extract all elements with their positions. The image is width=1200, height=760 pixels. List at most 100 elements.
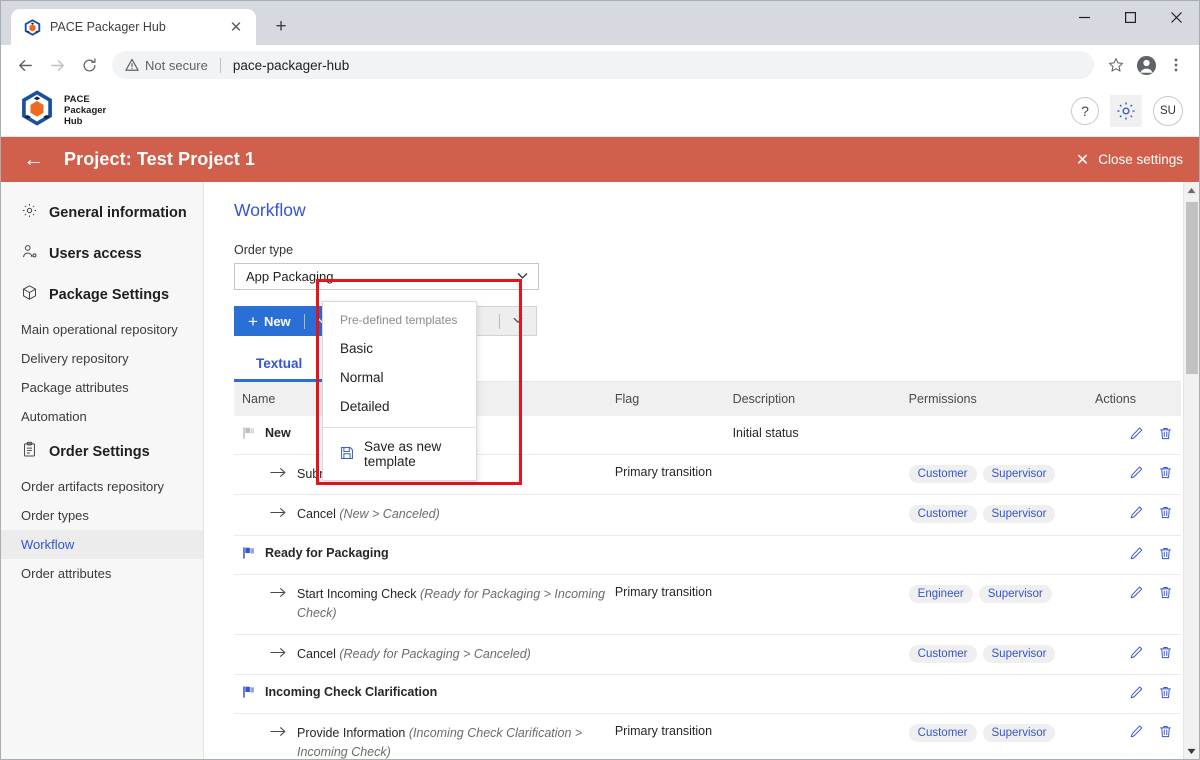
table-row[interactable]: Provide Information (Incoming Check Clar… — [234, 713, 1181, 759]
cell-actions — [1094, 454, 1181, 496]
window-controls — [1061, 1, 1199, 33]
close-settings-button[interactable]: ✕ Close settings — [1076, 150, 1183, 170]
template-dropdown-menu: Pre-defined templates Basic Normal Detai… — [322, 301, 477, 481]
sidebar-item-automation[interactable]: Automation — [1, 402, 203, 431]
app-logo[interactable]: PACE Packager Hub — [19, 90, 106, 131]
transition-name: Provide Information (Incoming Check Clar… — [297, 725, 583, 759]
address-bar[interactable]: Not secure pace-packager-hub — [112, 51, 1094, 79]
flag-icon — [242, 685, 256, 702]
help-icon[interactable]: ? — [1071, 96, 1099, 125]
edit-icon[interactable] — [1129, 724, 1144, 739]
bookmark-star-icon[interactable] — [1102, 51, 1130, 79]
cell-flag: Primary transition — [614, 713, 733, 759]
page-viewport: PACE Packager Hub ? SU ← Project: Test P — [1, 85, 1199, 759]
sidebar-item-order-types[interactable]: Order types — [1, 501, 203, 530]
close-window-button[interactable] — [1153, 1, 1199, 33]
sidebar-item-package-settings[interactable]: Package Settings — [1, 274, 203, 315]
profile-avatar-icon[interactable] — [1132, 51, 1160, 79]
sidebar-item-package-attributes[interactable]: Package attributes — [1, 373, 203, 402]
transition-row-name: Cancel (Ready for Packaging > Canceled) — [234, 634, 615, 675]
scroll-up-arrow-icon[interactable] — [1184, 182, 1199, 198]
use-template-chevron-down-icon[interactable] — [500, 314, 536, 329]
browser-titlebar: PACE Packager Hub ✕ + — [1, 1, 1199, 45]
transition-name: Cancel (Ready for Packaging > Canceled) — [297, 646, 531, 661]
edit-icon[interactable] — [1129, 645, 1144, 660]
cell-permissions — [908, 674, 1095, 714]
sidebar-item-main-operational-repository[interactable]: Main operational repository — [1, 315, 203, 344]
close-settings-label: Close settings — [1098, 152, 1183, 167]
dropdown-item-basic[interactable]: Basic — [323, 334, 476, 363]
delete-icon[interactable] — [1158, 645, 1173, 660]
table-row[interactable]: Incoming Check Clarification — [234, 674, 1181, 714]
back-button-icon[interactable] — [10, 50, 40, 80]
delete-icon[interactable] — [1158, 685, 1173, 700]
table-row[interactable]: Start Incoming Check (Ready for Packagin… — [234, 574, 1181, 635]
edit-icon[interactable] — [1129, 685, 1144, 700]
delete-icon[interactable] — [1158, 585, 1173, 600]
page-title: Workflow — [234, 200, 306, 220]
browser-window: PACE Packager Hub ✕ + Not secure pace-pa… — [0, 0, 1200, 760]
sidebar-item-order-artifacts-repository[interactable]: Order artifacts repository — [1, 472, 203, 501]
transition-row-name: Cancel (New > Canceled) — [234, 494, 615, 536]
table-row[interactable]: Cancel (New > Canceled) Customer Superviso… — [234, 494, 1181, 536]
save-template-label: Save as new template — [364, 439, 442, 469]
dropdown-item-detailed[interactable]: Detailed — [323, 392, 476, 421]
edit-icon[interactable] — [1129, 546, 1144, 561]
sidebar-item-delivery-repository[interactable]: Delivery repository — [1, 344, 203, 373]
sidebar-item-workflow[interactable]: Workflow — [1, 530, 203, 559]
user-avatar[interactable]: SU — [1153, 95, 1183, 126]
delete-icon[interactable] — [1158, 465, 1173, 480]
transition-row-name: Start Incoming Check (Ready for Packagin… — [234, 574, 615, 635]
arrow-right-icon — [270, 505, 287, 522]
edit-icon[interactable] — [1129, 585, 1144, 600]
delete-icon[interactable] — [1158, 724, 1173, 739]
cell-actions — [1094, 574, 1181, 635]
user-icon — [21, 243, 38, 264]
cell-description — [732, 634, 909, 675]
url-text: pace-packager-hub — [232, 57, 350, 73]
table-row[interactable]: Ready for Packaging — [234, 535, 1181, 575]
maximize-button[interactable] — [1107, 1, 1153, 33]
sidebar-item-users-access[interactable]: Users access — [1, 233, 203, 274]
delete-icon[interactable] — [1158, 505, 1173, 520]
cell-flag: Primary transition — [614, 454, 733, 496]
tab-textual[interactable]: Textual — [234, 350, 325, 382]
permission-badge: Supervisor — [982, 723, 1056, 742]
not-secure-indicator[interactable]: Not secure — [125, 58, 208, 73]
edit-icon[interactable] — [1129, 465, 1144, 480]
cell-flag — [614, 634, 733, 675]
content-scrollbar[interactable] — [1183, 182, 1199, 759]
transition-states: (New > Canceled) — [339, 507, 440, 522]
edit-icon[interactable] — [1129, 505, 1144, 520]
minimize-button[interactable] — [1061, 1, 1107, 33]
cell-description — [732, 494, 909, 536]
cell-description — [732, 454, 909, 496]
reload-button-icon[interactable] — [74, 50, 104, 80]
body-area: General information Users access Package… — [1, 182, 1199, 759]
tab-strip: PACE Packager Hub ✕ + — [1, 1, 296, 45]
forward-button-icon[interactable] — [42, 50, 72, 80]
chrome-menu-icon[interactable] — [1162, 51, 1190, 79]
tab-close-icon[interactable]: ✕ — [226, 17, 246, 37]
table-row[interactable]: Cancel (Ready for Packaging > Canceled) C… — [234, 634, 1181, 675]
settings-gear-icon[interactable] — [1110, 94, 1142, 127]
sidebar-item-general-information[interactable]: General information — [1, 192, 203, 233]
save-icon — [340, 446, 354, 463]
browser-tab[interactable]: PACE Packager Hub ✕ — [11, 9, 256, 45]
delete-icon[interactable] — [1158, 546, 1173, 561]
permission-badge: Customer — [908, 465, 977, 483]
edit-icon[interactable] — [1129, 426, 1144, 441]
back-arrow-icon[interactable]: ← — [23, 149, 44, 170]
order-type-select[interactable]: App Packaging — [234, 263, 539, 290]
cell-permissions: Customer Supervisor — [908, 713, 1095, 759]
scrollbar-thumb[interactable] — [1186, 202, 1198, 374]
sidebar-item-label: General information — [49, 204, 187, 221]
scroll-down-arrow-icon[interactable] — [1184, 743, 1199, 759]
delete-icon[interactable] — [1158, 426, 1173, 441]
sidebar-item-label: Package Settings — [49, 286, 170, 303]
dropdown-item-save-as-new-template[interactable]: Save as new template — [323, 432, 476, 476]
sidebar-item-order-settings[interactable]: Order Settings — [1, 431, 203, 472]
dropdown-item-normal[interactable]: Normal — [323, 363, 476, 392]
sidebar-item-order-attributes[interactable]: Order attributes — [1, 559, 203, 588]
new-tab-button[interactable]: + — [266, 12, 296, 42]
